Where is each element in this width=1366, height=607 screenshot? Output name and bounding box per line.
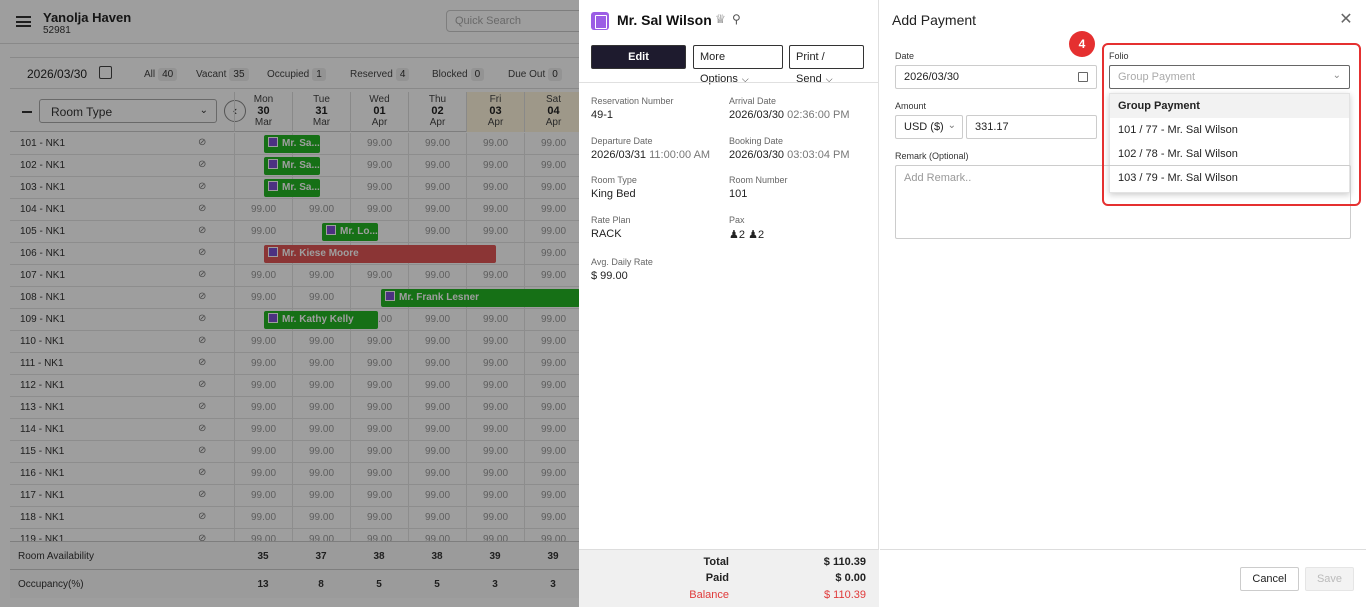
amount-input[interactable]: 331.17 <box>966 115 1097 139</box>
group-icon: ⚲ <box>732 12 741 26</box>
room-type: King Bed <box>591 188 636 200</box>
guest-name: Mr. Sal Wilson <box>617 12 712 28</box>
field-label: Pax <box>729 215 745 225</box>
booking-date-value: 2026/03/30 <box>729 149 785 161</box>
paid-value: $ 0.00 <box>835 572 866 584</box>
total-value: $ 110.39 <box>823 556 866 568</box>
rate-plan: RACK <box>591 228 622 240</box>
cancel-button[interactable]: Cancel <box>1240 567 1299 591</box>
pax-adults: 2 <box>738 229 745 241</box>
departure-date: 2026/03/31 11:00:00 AM <box>591 149 710 161</box>
date-value: 2026/03/30 <box>904 71 960 83</box>
amount-label: Amount <box>895 101 927 111</box>
currency-select[interactable]: USD ($) ⌄ <box>895 115 963 139</box>
field-label: Room Number <box>729 175 788 185</box>
reservation-panel: Mr. Sal Wilson ♕ ⚲ Edit Reservation More… <box>579 0 879 607</box>
arrival-date: 2026/03/30 02:36:00 PM <box>729 109 850 121</box>
total-label: Total <box>703 556 729 568</box>
booking-date: 2026/03/30 03:03:04 PM <box>729 149 850 161</box>
more-options-button[interactable]: More Options ⌵ <box>693 45 783 85</box>
field-label: Reservation Number <box>591 96 674 106</box>
arrival-date-value: 2026/03/30 <box>729 109 785 121</box>
arrival-time-value: 02:36:00 PM <box>787 109 850 121</box>
field-label: Departure Date <box>591 136 653 146</box>
add-payment-panel: Add Payment ✕ Date 2026/03/30 Folio Grou… <box>880 0 1366 607</box>
chevron-down-icon: ⌄ <box>947 120 956 131</box>
panel-title: Add Payment <box>892 12 977 28</box>
date-input[interactable]: 2026/03/30 <box>895 65 1097 89</box>
balance-label: Balance <box>689 589 729 601</box>
field-label: Avg. Daily Rate <box>591 257 653 267</box>
reservation-number: 49-1 <box>591 109 614 121</box>
remark-label: Remark (Optional) <box>895 151 969 161</box>
paid-label: Paid <box>705 572 729 584</box>
tutorial-highlight-box <box>1102 43 1361 206</box>
modal-overlay[interactable] <box>0 0 580 607</box>
divider <box>579 82 879 83</box>
departure-time-value: 11:00:00 AM <box>649 149 711 161</box>
divider <box>880 549 1366 550</box>
booking-time-value: 03:03:04 PM <box>787 149 850 161</box>
date-label: Date <box>895 51 915 61</box>
child-icon: ♟ <box>748 229 758 241</box>
vip-crown-icon: ♕ <box>715 12 726 26</box>
building-icon <box>591 12 609 30</box>
pax: ♟2 ♟2 <box>729 228 764 241</box>
save-button[interactable]: Save <box>1305 567 1354 591</box>
calendar-icon[interactable] <box>1078 72 1088 82</box>
more-options-label: More Options <box>700 51 738 85</box>
tutorial-step-badge: 4 <box>1069 31 1095 57</box>
print-send-label: Print / Send <box>796 51 825 85</box>
avg-daily-rate: $ 99.00 <box>591 270 628 282</box>
room-number: 101 <box>729 188 748 200</box>
field-label: Arrival Date <box>729 96 777 106</box>
print-send-button[interactable]: Print / Send ⌵ <box>789 45 864 85</box>
edit-reservation-button[interactable]: Edit Reservation <box>591 45 686 85</box>
departure-date-value: 2026/03/31 <box>591 149 647 161</box>
close-icon[interactable]: ✕ <box>1339 12 1353 28</box>
field-label: Booking Date <box>729 136 784 146</box>
totals-summary: Total $ 110.39 Paid $ 0.00 Balance $ 110… <box>579 549 879 607</box>
pax-children: 2 <box>757 229 765 241</box>
currency-value: USD ($) <box>904 121 944 133</box>
field-label: Rate Plan <box>591 215 631 225</box>
balance-value: $ 110.39 <box>823 589 866 601</box>
field-label: Room Type <box>591 175 637 185</box>
adult-icon: ♟ <box>729 229 739 241</box>
